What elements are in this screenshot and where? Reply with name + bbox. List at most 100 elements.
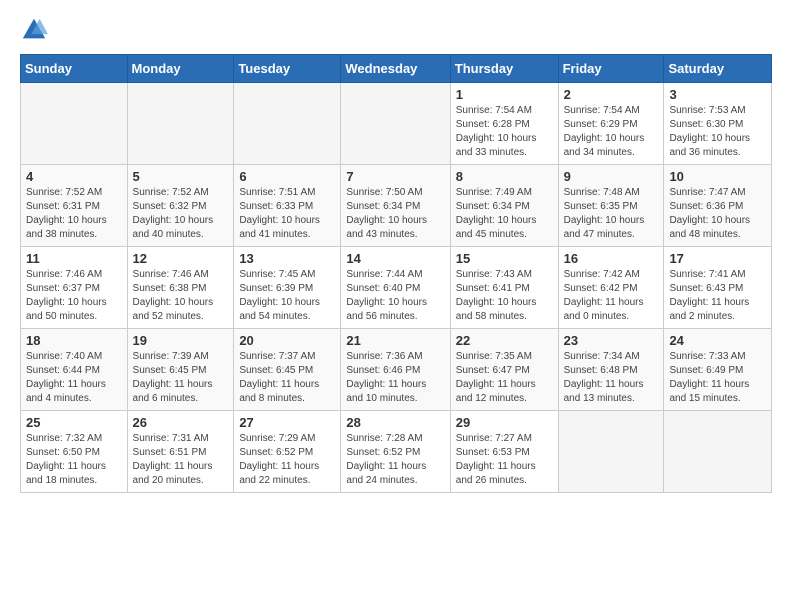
day-number: 28 [346, 415, 444, 430]
calendar-cell: 12 Sunrise: 7:46 AM Sunset: 6:38 PM Dayli… [127, 247, 234, 329]
calendar-cell: 27 Sunrise: 7:29 AM Sunset: 6:52 PM Dayli… [234, 411, 341, 493]
day-number: 15 [456, 251, 553, 266]
day-info: Sunrise: 7:51 AM Sunset: 6:33 PM Dayligh… [239, 186, 335, 242]
calendar-week-2: 4 Sunrise: 7:52 AM Sunset: 6:31 PM Daylig… [21, 165, 772, 247]
calendar-cell: 1 Sunrise: 7:54 AM Sunset: 6:28 PM Daylig… [450, 83, 558, 165]
calendar-cell [127, 83, 234, 165]
calendar-cell: 2 Sunrise: 7:54 AM Sunset: 6:29 PM Daylig… [558, 83, 664, 165]
day-number: 6 [239, 169, 335, 184]
day-number: 9 [564, 169, 659, 184]
day-info: Sunrise: 7:54 AM Sunset: 6:29 PM Dayligh… [564, 104, 659, 160]
day-number: 21 [346, 333, 444, 348]
calendar-week-4: 18 Sunrise: 7:40 AM Sunset: 6:44 PM Dayli… [21, 329, 772, 411]
calendar-cell: 24 Sunrise: 7:33 AM Sunset: 6:49 PM Dayli… [664, 329, 772, 411]
calendar-cell: 16 Sunrise: 7:42 AM Sunset: 6:42 PM Dayli… [558, 247, 664, 329]
day-info: Sunrise: 7:48 AM Sunset: 6:35 PM Dayligh… [564, 186, 659, 242]
day-number: 24 [669, 333, 766, 348]
day-info: Sunrise: 7:36 AM Sunset: 6:46 PM Dayligh… [346, 350, 444, 406]
logo-icon [20, 16, 48, 44]
calendar-cell [234, 83, 341, 165]
day-info: Sunrise: 7:46 AM Sunset: 6:37 PM Dayligh… [26, 268, 122, 324]
calendar: SundayMondayTuesdayWednesdayThursdayFrid… [20, 54, 772, 493]
day-info: Sunrise: 7:44 AM Sunset: 6:40 PM Dayligh… [346, 268, 444, 324]
day-header-monday: Monday [127, 55, 234, 83]
calendar-cell: 14 Sunrise: 7:44 AM Sunset: 6:40 PM Dayli… [341, 247, 450, 329]
day-number: 29 [456, 415, 553, 430]
day-number: 5 [133, 169, 229, 184]
day-header-saturday: Saturday [664, 55, 772, 83]
day-number: 10 [669, 169, 766, 184]
day-header-wednesday: Wednesday [341, 55, 450, 83]
day-info: Sunrise: 7:28 AM Sunset: 6:52 PM Dayligh… [346, 432, 444, 488]
calendar-body: 1 Sunrise: 7:54 AM Sunset: 6:28 PM Daylig… [21, 83, 772, 493]
day-number: 13 [239, 251, 335, 266]
header [20, 16, 772, 44]
day-info: Sunrise: 7:53 AM Sunset: 6:30 PM Dayligh… [669, 104, 766, 160]
day-number: 8 [456, 169, 553, 184]
day-number: 19 [133, 333, 229, 348]
calendar-cell [21, 83, 128, 165]
day-number: 7 [346, 169, 444, 184]
calendar-header: SundayMondayTuesdayWednesdayThursdayFrid… [21, 55, 772, 83]
calendar-week-1: 1 Sunrise: 7:54 AM Sunset: 6:28 PM Daylig… [21, 83, 772, 165]
day-number: 27 [239, 415, 335, 430]
day-number: 18 [26, 333, 122, 348]
calendar-cell: 7Sunrise: 7:50 AM Sunset: 6:34 PM Daylig… [341, 165, 450, 247]
calendar-cell: 23Sunrise: 7:34 AM Sunset: 6:48 PM Dayli… [558, 329, 664, 411]
day-header-tuesday: Tuesday [234, 55, 341, 83]
calendar-cell: 29 Sunrise: 7:27 AM Sunset: 6:53 PM Dayli… [450, 411, 558, 493]
day-info: Sunrise: 7:35 AM Sunset: 6:47 PM Dayligh… [456, 350, 553, 406]
day-info: Sunrise: 7:29 AM Sunset: 6:52 PM Dayligh… [239, 432, 335, 488]
calendar-cell: 8 Sunrise: 7:49 AM Sunset: 6:34 PM Daylig… [450, 165, 558, 247]
day-number: 16 [564, 251, 659, 266]
day-info: Sunrise: 7:42 AM Sunset: 6:42 PM Dayligh… [564, 268, 659, 324]
calendar-cell [341, 83, 450, 165]
day-info: Sunrise: 7:52 AM Sunset: 6:32 PM Dayligh… [133, 186, 229, 242]
day-info: Sunrise: 7:43 AM Sunset: 6:41 PM Dayligh… [456, 268, 553, 324]
calendar-cell [664, 411, 772, 493]
day-info: Sunrise: 7:39 AM Sunset: 6:45 PM Dayligh… [133, 350, 229, 406]
day-info: Sunrise: 7:33 AM Sunset: 6:49 PM Dayligh… [669, 350, 766, 406]
day-number: 23 [564, 333, 659, 348]
calendar-cell: 10 Sunrise: 7:47 AM Sunset: 6:36 PM Dayli… [664, 165, 772, 247]
day-number: 17 [669, 251, 766, 266]
calendar-cell: 28 Sunrise: 7:28 AM Sunset: 6:52 PM Dayli… [341, 411, 450, 493]
day-number: 22 [456, 333, 553, 348]
day-header-sunday: Sunday [21, 55, 128, 83]
day-info: Sunrise: 7:40 AM Sunset: 6:44 PM Dayligh… [26, 350, 122, 406]
calendar-cell: 11 Sunrise: 7:46 AM Sunset: 6:37 PM Dayli… [21, 247, 128, 329]
day-number: 12 [133, 251, 229, 266]
day-info: Sunrise: 7:32 AM Sunset: 6:50 PM Dayligh… [26, 432, 122, 488]
calendar-cell [558, 411, 664, 493]
day-info: Sunrise: 7:49 AM Sunset: 6:34 PM Dayligh… [456, 186, 553, 242]
calendar-cell: 26Sunrise: 7:31 AM Sunset: 6:51 PM Dayli… [127, 411, 234, 493]
day-number: 1 [456, 87, 553, 102]
calendar-cell: 3 Sunrise: 7:53 AM Sunset: 6:30 PM Daylig… [664, 83, 772, 165]
day-info: Sunrise: 7:45 AM Sunset: 6:39 PM Dayligh… [239, 268, 335, 324]
day-number: 4 [26, 169, 122, 184]
day-number: 25 [26, 415, 122, 430]
calendar-cell: 20Sunrise: 7:37 AM Sunset: 6:45 PM Dayli… [234, 329, 341, 411]
day-info: Sunrise: 7:41 AM Sunset: 6:43 PM Dayligh… [669, 268, 766, 324]
day-number: 2 [564, 87, 659, 102]
calendar-cell: 19 Sunrise: 7:39 AM Sunset: 6:45 PM Dayli… [127, 329, 234, 411]
day-number: 14 [346, 251, 444, 266]
calendar-cell: 22 Sunrise: 7:35 AM Sunset: 6:47 PM Dayli… [450, 329, 558, 411]
day-info: Sunrise: 7:52 AM Sunset: 6:31 PM Dayligh… [26, 186, 122, 242]
day-header-thursday: Thursday [450, 55, 558, 83]
calendar-week-3: 11 Sunrise: 7:46 AM Sunset: 6:37 PM Dayli… [21, 247, 772, 329]
day-info: Sunrise: 7:54 AM Sunset: 6:28 PM Dayligh… [456, 104, 553, 160]
calendar-cell: 18 Sunrise: 7:40 AM Sunset: 6:44 PM Dayli… [21, 329, 128, 411]
day-info: Sunrise: 7:27 AM Sunset: 6:53 PM Dayligh… [456, 432, 553, 488]
day-number: 26 [133, 415, 229, 430]
day-number: 3 [669, 87, 766, 102]
day-header-friday: Friday [558, 55, 664, 83]
day-info: Sunrise: 7:46 AM Sunset: 6:38 PM Dayligh… [133, 268, 229, 324]
logo [20, 16, 52, 44]
calendar-cell: 5 Sunrise: 7:52 AM Sunset: 6:32 PM Daylig… [127, 165, 234, 247]
day-number: 11 [26, 251, 122, 266]
calendar-cell: 15 Sunrise: 7:43 AM Sunset: 6:41 PM Dayli… [450, 247, 558, 329]
day-info: Sunrise: 7:47 AM Sunset: 6:36 PM Dayligh… [669, 186, 766, 242]
calendar-cell: 25 Sunrise: 7:32 AM Sunset: 6:50 PM Dayli… [21, 411, 128, 493]
calendar-cell: 13 Sunrise: 7:45 AM Sunset: 6:39 PM Dayli… [234, 247, 341, 329]
